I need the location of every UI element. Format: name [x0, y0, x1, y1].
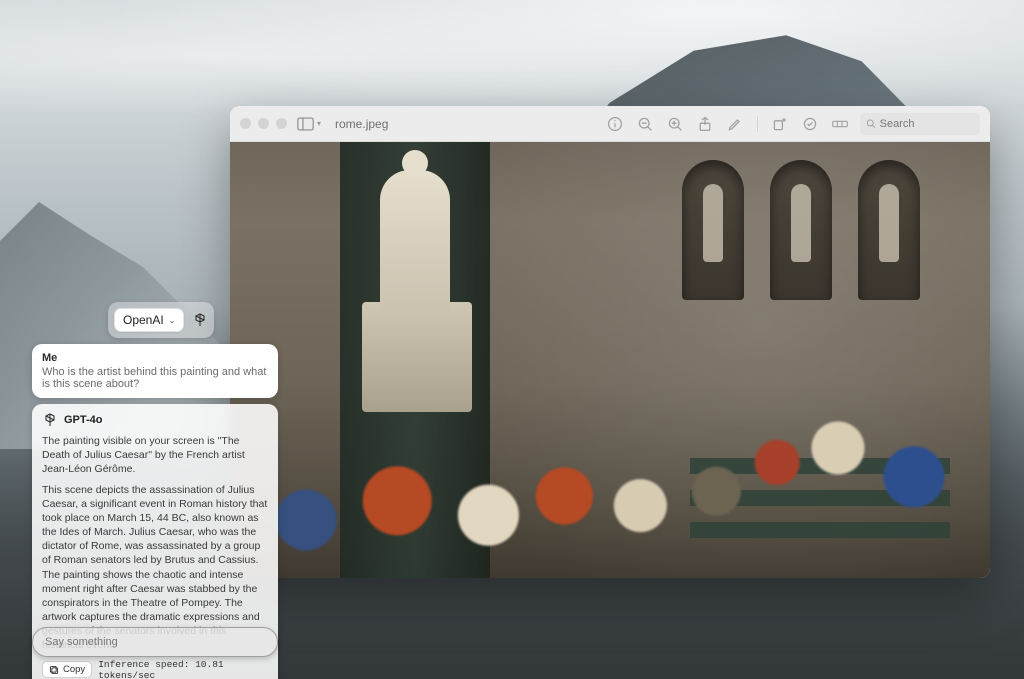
painting-statue: [380, 170, 450, 320]
close-window-button[interactable]: [240, 118, 251, 129]
user-sender-label: Me: [42, 352, 268, 364]
search-field[interactable]: [860, 113, 980, 135]
fullscreen-window-button[interactable]: [276, 118, 287, 129]
assistant-model-label: GPT-4o: [64, 414, 103, 426]
model-select-dropdown[interactable]: OpenAI ⌄: [114, 308, 184, 332]
chat-panel: OpenAI ⌄ Me Who is the artist behind thi…: [32, 302, 278, 679]
painting-niche: [682, 160, 744, 300]
preview-window: ▾ rome.jpeg: [230, 106, 990, 578]
highlight-button[interactable]: [800, 114, 820, 134]
preview-titlebar[interactable]: ▾ rome.jpeg: [230, 106, 990, 142]
rotate-button[interactable]: [770, 114, 790, 134]
copy-button-label: Copy: [63, 664, 85, 675]
info-button[interactable]: [605, 114, 625, 134]
chevron-down-icon: ▾: [317, 119, 321, 128]
openai-logo-icon: [192, 312, 208, 328]
window-controls: [240, 118, 287, 129]
model-provider-label: OpenAI: [123, 313, 164, 327]
painting-niche: [858, 160, 920, 300]
painting-niche: [770, 160, 832, 300]
inference-speed-text: Inference speed: 10.81 tokens/sec: [98, 659, 268, 679]
copy-button[interactable]: Copy: [42, 661, 92, 678]
sidebar-toggle-button[interactable]: ▾: [297, 117, 321, 131]
search-icon: [866, 118, 876, 129]
image-canvas[interactable]: [230, 142, 990, 578]
assistant-paragraph: The painting visible on your screen is "…: [42, 434, 268, 477]
share-button[interactable]: [695, 114, 715, 134]
copy-icon: [49, 665, 59, 675]
painting-figures: [230, 328, 990, 568]
search-input[interactable]: [880, 118, 974, 130]
chevron-down-icon: ⌄: [169, 316, 176, 325]
toolbar-divider: [757, 116, 758, 132]
chat-composer[interactable]: [32, 627, 278, 657]
chat-input[interactable]: [45, 636, 265, 648]
colors-button[interactable]: [830, 114, 850, 134]
openai-logo-icon: [42, 412, 58, 428]
minimize-window-button[interactable]: [258, 118, 269, 129]
desktop-wallpaper: ▾ rome.jpeg: [0, 0, 1024, 679]
chat-header: OpenAI ⌄: [108, 302, 214, 338]
zoom-out-button[interactable]: [635, 114, 655, 134]
preview-filename: rome.jpeg: [335, 117, 388, 131]
user-message-bubble: Me Who is the artist behind this paintin…: [32, 344, 278, 398]
user-message-text: Who is the artist behind this painting a…: [42, 366, 268, 390]
zoom-in-button[interactable]: [665, 114, 685, 134]
markup-button[interactable]: [725, 114, 745, 134]
